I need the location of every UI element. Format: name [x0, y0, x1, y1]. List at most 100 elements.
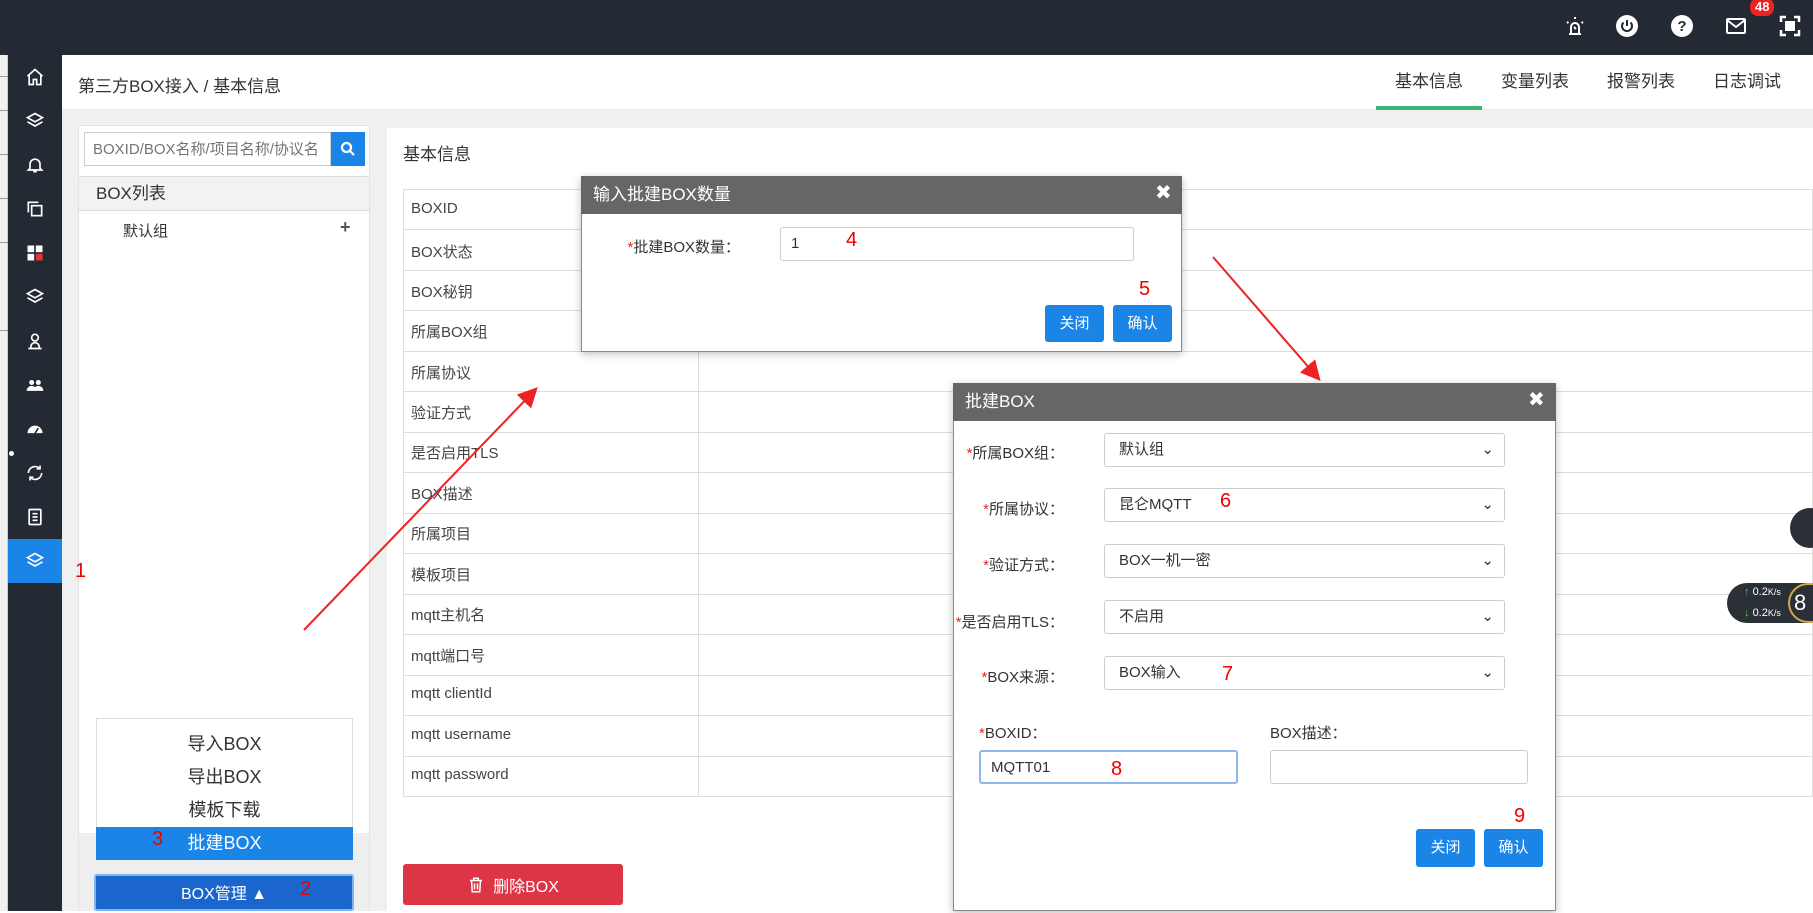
row-label-box-status: BOX状态 — [411, 244, 473, 261]
auth-method-label: *验证方式： — [960, 554, 1064, 575]
annotation-4: 4 — [846, 229, 858, 251]
menu-item-export-box[interactable]: 导出BOX — [96, 761, 353, 794]
search-button[interactable] — [331, 132, 365, 166]
batch-create-close-button[interactable]: 关闭 — [1416, 829, 1475, 867]
sidebar-user[interactable] — [8, 319, 62, 363]
annotation-7: 7 — [1222, 663, 1234, 685]
chevron-down-icon: ⌄ — [1481, 664, 1494, 681]
chevron-down-icon: ⌄ — [1481, 608, 1494, 625]
users-icon — [26, 380, 44, 391]
section-title: 基本信息 — [403, 145, 471, 164]
edge-divider — [0, 154, 8, 155]
box-group-label-text: 所属BOX组： — [972, 445, 1064, 462]
annotation-1: 1 — [75, 560, 87, 582]
menu-item-batch-create-box[interactable]: 批建BOX — [96, 827, 353, 860]
tree-item-default-group[interactable]: 默认组 — [123, 220, 168, 241]
box-desc-label: BOX描述： — [1270, 725, 1347, 742]
close-icon[interactable]: ✖ — [1528, 387, 1545, 412]
tab-variable-list[interactable]: 变量列表 — [1482, 55, 1588, 110]
plus-icon[interactable]: + — [340, 217, 351, 238]
row-label-box-secret: BOX秘钥 — [411, 284, 473, 301]
edge-divider — [0, 110, 8, 111]
annotation-6: 6 — [1220, 490, 1232, 512]
box-desc-input[interactable] — [1270, 750, 1528, 784]
copy-icon — [27, 201, 43, 217]
sidebar-gauge[interactable] — [8, 407, 62, 451]
tls-value: 不启用 — [1119, 608, 1165, 625]
help-icon[interactable]: ? — [1669, 14, 1695, 40]
menu-item-import-box[interactable]: 导入BOX — [96, 728, 353, 761]
edge-divider — [0, 330, 8, 331]
box-source-select[interactable]: BOX输入 ⌄ — [1104, 656, 1505, 690]
row-label-mqtt-username: mqtt username — [411, 726, 512, 743]
sidebar-dashboard[interactable] — [8, 231, 62, 275]
batch-count-label: *批建BOX数量： — [620, 236, 740, 257]
delete-box-button[interactable]: 删除BOX — [403, 864, 623, 905]
user-icon — [28, 333, 42, 350]
row-label-boxid: BOXID — [411, 200, 458, 217]
annotation-9: 9 — [1514, 805, 1526, 827]
box-manage-button[interactable]: BOX管理 ▲ — [94, 874, 354, 911]
tab-alarm-list[interactable]: 报警列表 — [1588, 55, 1694, 110]
tls-label-text: 是否启用TLS： — [961, 614, 1064, 631]
row-label-box-desc: BOX描述 — [411, 486, 473, 503]
power-icon[interactable] — [1614, 14, 1640, 40]
batch-count-dialog-title: 输入批建BOX数量 — [581, 176, 1182, 214]
box-group-label: *所属BOX组： — [960, 442, 1064, 463]
sidebar-layers-2[interactable] — [8, 275, 62, 319]
box-group-select[interactable]: 默认组 ⌄ — [1104, 433, 1505, 467]
tab-log-debug[interactable]: 日志调试 — [1694, 55, 1800, 110]
protocol-label: *所属协议： — [960, 498, 1064, 519]
edge-divider — [0, 242, 8, 243]
sidebar-layers-1[interactable] — [8, 99, 62, 143]
mail-count-badge: 48 — [1750, 0, 1775, 16]
tab-basic-info[interactable]: 基本信息 — [1376, 55, 1482, 110]
box-source-value: BOX输入 — [1119, 664, 1181, 681]
search-icon — [340, 141, 355, 156]
breadcrumb: 第三方BOX接入 / 基本信息 — [78, 77, 282, 96]
sidebar-dot — [9, 451, 14, 456]
sidebar-home[interactable] — [8, 55, 62, 99]
box-source-label: *BOX来源： — [960, 666, 1064, 687]
annotation-5: 5 — [1139, 278, 1151, 300]
chevron-down-icon: ⌄ — [1481, 496, 1494, 513]
auth-method-label-text: 验证方式： — [988, 557, 1064, 574]
boxid-label-text: BOXID： — [984, 725, 1047, 742]
refresh-icon — [27, 465, 43, 481]
protocol-select[interactable]: 昆仑MQTT ⌄ — [1104, 488, 1505, 522]
tls-select[interactable]: 不启用 ⌄ — [1104, 600, 1505, 634]
menu-item-template-download[interactable]: 模板下载 — [96, 794, 353, 827]
boxid-input[interactable]: MQTT01 — [979, 750, 1238, 784]
box-list-title: BOX列表 — [79, 176, 369, 211]
sidebar-sync[interactable] — [8, 451, 62, 495]
batch-count-input[interactable]: 1 — [780, 227, 1134, 261]
download-speed: ↓ 0.2K/s — [1744, 607, 1781, 619]
sidebar-alarm[interactable] — [8, 143, 62, 187]
auth-method-select[interactable]: BOX一机一密 ⌄ — [1104, 544, 1505, 578]
sidebar-third-party-box[interactable] — [8, 539, 62, 583]
batch-count-confirm-button[interactable]: 确认 — [1113, 305, 1172, 342]
box-group-value: 默认组 — [1119, 441, 1165, 458]
batch-create-dialog-title: 批建BOX — [953, 383, 1556, 421]
chevron-down-icon: ⌄ — [1481, 441, 1494, 458]
layers-icon — [25, 112, 45, 127]
sidebar-group[interactable] — [8, 363, 62, 407]
search-input[interactable] — [84, 132, 331, 166]
sidebar-copy[interactable] — [8, 187, 62, 231]
upload-speed: ↑ 0.2K/s — [1744, 586, 1781, 598]
protocol-label-text: 所属协议： — [988, 501, 1064, 518]
row-label-auth-method: 验证方式 — [411, 405, 472, 422]
sidebar-document[interactable] — [8, 495, 62, 539]
tls-label: *是否启用TLS： — [955, 611, 1064, 632]
mail-icon[interactable] — [1723, 14, 1749, 40]
batch-count-close-button[interactable]: 关闭 — [1045, 305, 1104, 342]
row-label-box-group: 所属BOX组 — [411, 324, 488, 341]
batch-create-confirm-button[interactable]: 确认 — [1484, 829, 1543, 867]
fullscreen-icon[interactable] — [1777, 14, 1803, 40]
auth-method-value: BOX一机一密 — [1119, 552, 1211, 569]
close-icon[interactable]: ✖ — [1155, 180, 1172, 205]
alarm-light-icon[interactable] — [1562, 14, 1588, 40]
svg-text:?: ? — [1677, 18, 1686, 35]
home-icon — [26, 68, 44, 86]
row-label-tls: 是否启用TLS — [411, 445, 499, 462]
